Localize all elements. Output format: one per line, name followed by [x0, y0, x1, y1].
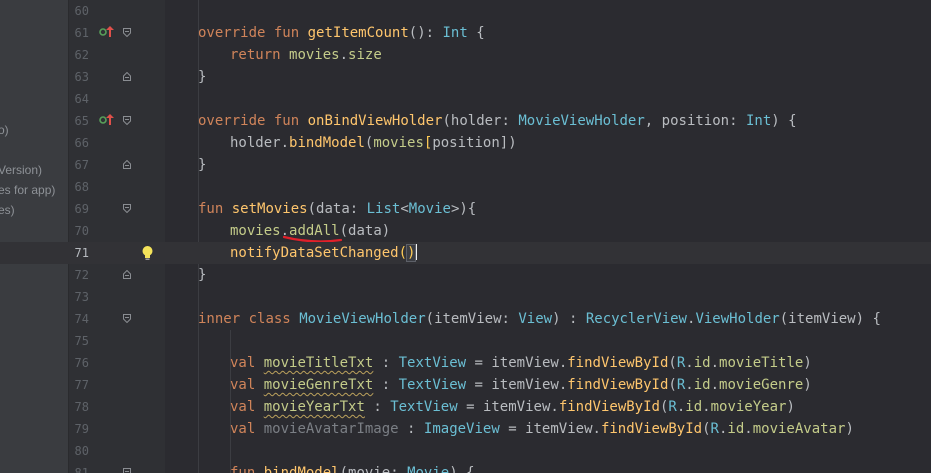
line-number: 66 [74, 136, 89, 150]
code-line[interactable]: 61 override fun getItemCount(): Int { [0, 22, 931, 44]
code-text[interactable]: } [198, 66, 206, 88]
line-number: 74 [74, 312, 89, 326]
code-line[interactable]: 65 override fun onBindViewHolder(holder:… [0, 110, 931, 132]
line-number: 65 [74, 114, 89, 128]
code-text[interactable]: val movieAvatarImage : ImageView = itemV… [230, 418, 854, 440]
line-number: 73 [74, 290, 89, 304]
code-line[interactable]: 73 [0, 286, 931, 308]
code-line[interactable]: 74 inner class MovieViewHolder(itemView:… [0, 308, 931, 330]
code-line[interactable]: 78 val movieYearTxt : TextView = itemVie… [0, 396, 931, 418]
code-text[interactable]: inner class MovieViewHolder(itemView: Vi… [198, 308, 881, 330]
fold-marker-icon[interactable] [123, 160, 131, 169]
override-arrow-icon[interactable] [106, 26, 114, 37]
code-line[interactable]: 66 holder.bindModel(movies[position]) [0, 132, 931, 154]
code-text[interactable]: } [198, 154, 206, 176]
code-line[interactable]: 75 [0, 330, 931, 352]
line-number: 80 [74, 444, 89, 458]
line-number: 62 [74, 48, 89, 62]
line-number: 76 [74, 356, 89, 370]
fold-marker-icon[interactable] [123, 72, 131, 81]
fold-marker-icon[interactable] [123, 468, 131, 473]
code-line[interactable]: 63 } [0, 66, 931, 88]
line-number: 70 [74, 224, 89, 238]
code-line[interactable]: 80 [0, 440, 931, 462]
code-text[interactable]: return movies.size [230, 44, 382, 66]
code-text[interactable]: } [198, 264, 206, 286]
line-number: 60 [74, 4, 89, 18]
line-number: 72 [74, 268, 89, 282]
code-text[interactable]: fun setMovies(data: List<Movie>){ [198, 198, 476, 220]
code-line[interactable]: 72 } [0, 264, 931, 286]
code-text[interactable]: val movieTitleTxt : TextView = itemView.… [230, 352, 812, 374]
line-number: 64 [74, 92, 89, 106]
line-number: 63 [74, 70, 89, 84]
code-text[interactable]: val movieGenreTxt : TextView = itemView.… [230, 374, 812, 396]
line-number: 61 [74, 26, 89, 40]
fold-marker-icon[interactable] [123, 204, 131, 213]
code-line[interactable]: 68 [0, 176, 931, 198]
line-number: 69 [74, 202, 89, 216]
code-line[interactable]: 81 fun bindModel(movie: Movie) { [0, 462, 931, 473]
code-line[interactable]: 70 movies.addAll(data) [0, 220, 931, 243]
code-line[interactable]: 67 } [0, 154, 931, 176]
code-text[interactable]: holder.bindModel(movies[position]) [230, 132, 517, 154]
code-text[interactable]: val movieYearTxt : TextView = itemView.f… [230, 396, 795, 418]
fold-marker-icon[interactable] [123, 314, 131, 323]
code-text[interactable]: override fun getItemCount(): Int { [198, 22, 485, 44]
code-line[interactable]: 62 return movies.size [0, 44, 931, 66]
line-number: 68 [74, 180, 89, 194]
code-line[interactable]: 79 val movieAvatarImage : ImageView = it… [0, 418, 931, 440]
override-arrow-icon[interactable] [106, 114, 114, 125]
code-line[interactable]: 64 [0, 88, 931, 110]
fold-marker-icon[interactable] [123, 116, 131, 125]
code-text[interactable]: notifyDataSetChanged() [230, 242, 418, 264]
code-line[interactable]: 60 [0, 0, 931, 22]
code-text[interactable]: override fun onBindViewHolder(holder: Mo… [198, 110, 797, 132]
line-number: 75 [74, 334, 89, 348]
code-line[interactable]: 77 val movieGenreTxt : TextView = itemVi… [0, 374, 931, 396]
lightbulb-icon[interactable] [141, 245, 154, 261]
code-line[interactable]: 69 fun setMovies(data: List<Movie>){ [0, 198, 931, 220]
line-number: 79 [74, 422, 89, 436]
current-code-line[interactable]: 71 notifyDataSetChanged() [0, 242, 931, 264]
fold-marker-icon[interactable] [123, 28, 131, 37]
code-line[interactable]: 76 val movieTitleTxt : TextView = itemVi… [0, 352, 931, 374]
line-number: 78 [74, 400, 89, 414]
fold-marker-icon[interactable] [123, 270, 131, 279]
line-number: 67 [74, 158, 89, 172]
text-caret [415, 244, 418, 260]
line-number: 77 [74, 378, 89, 392]
line-number: 71 [74, 246, 89, 260]
line-number: 81 [74, 466, 89, 473]
code-text[interactable]: fun bindModel(movie: Movie) { [230, 462, 475, 473]
